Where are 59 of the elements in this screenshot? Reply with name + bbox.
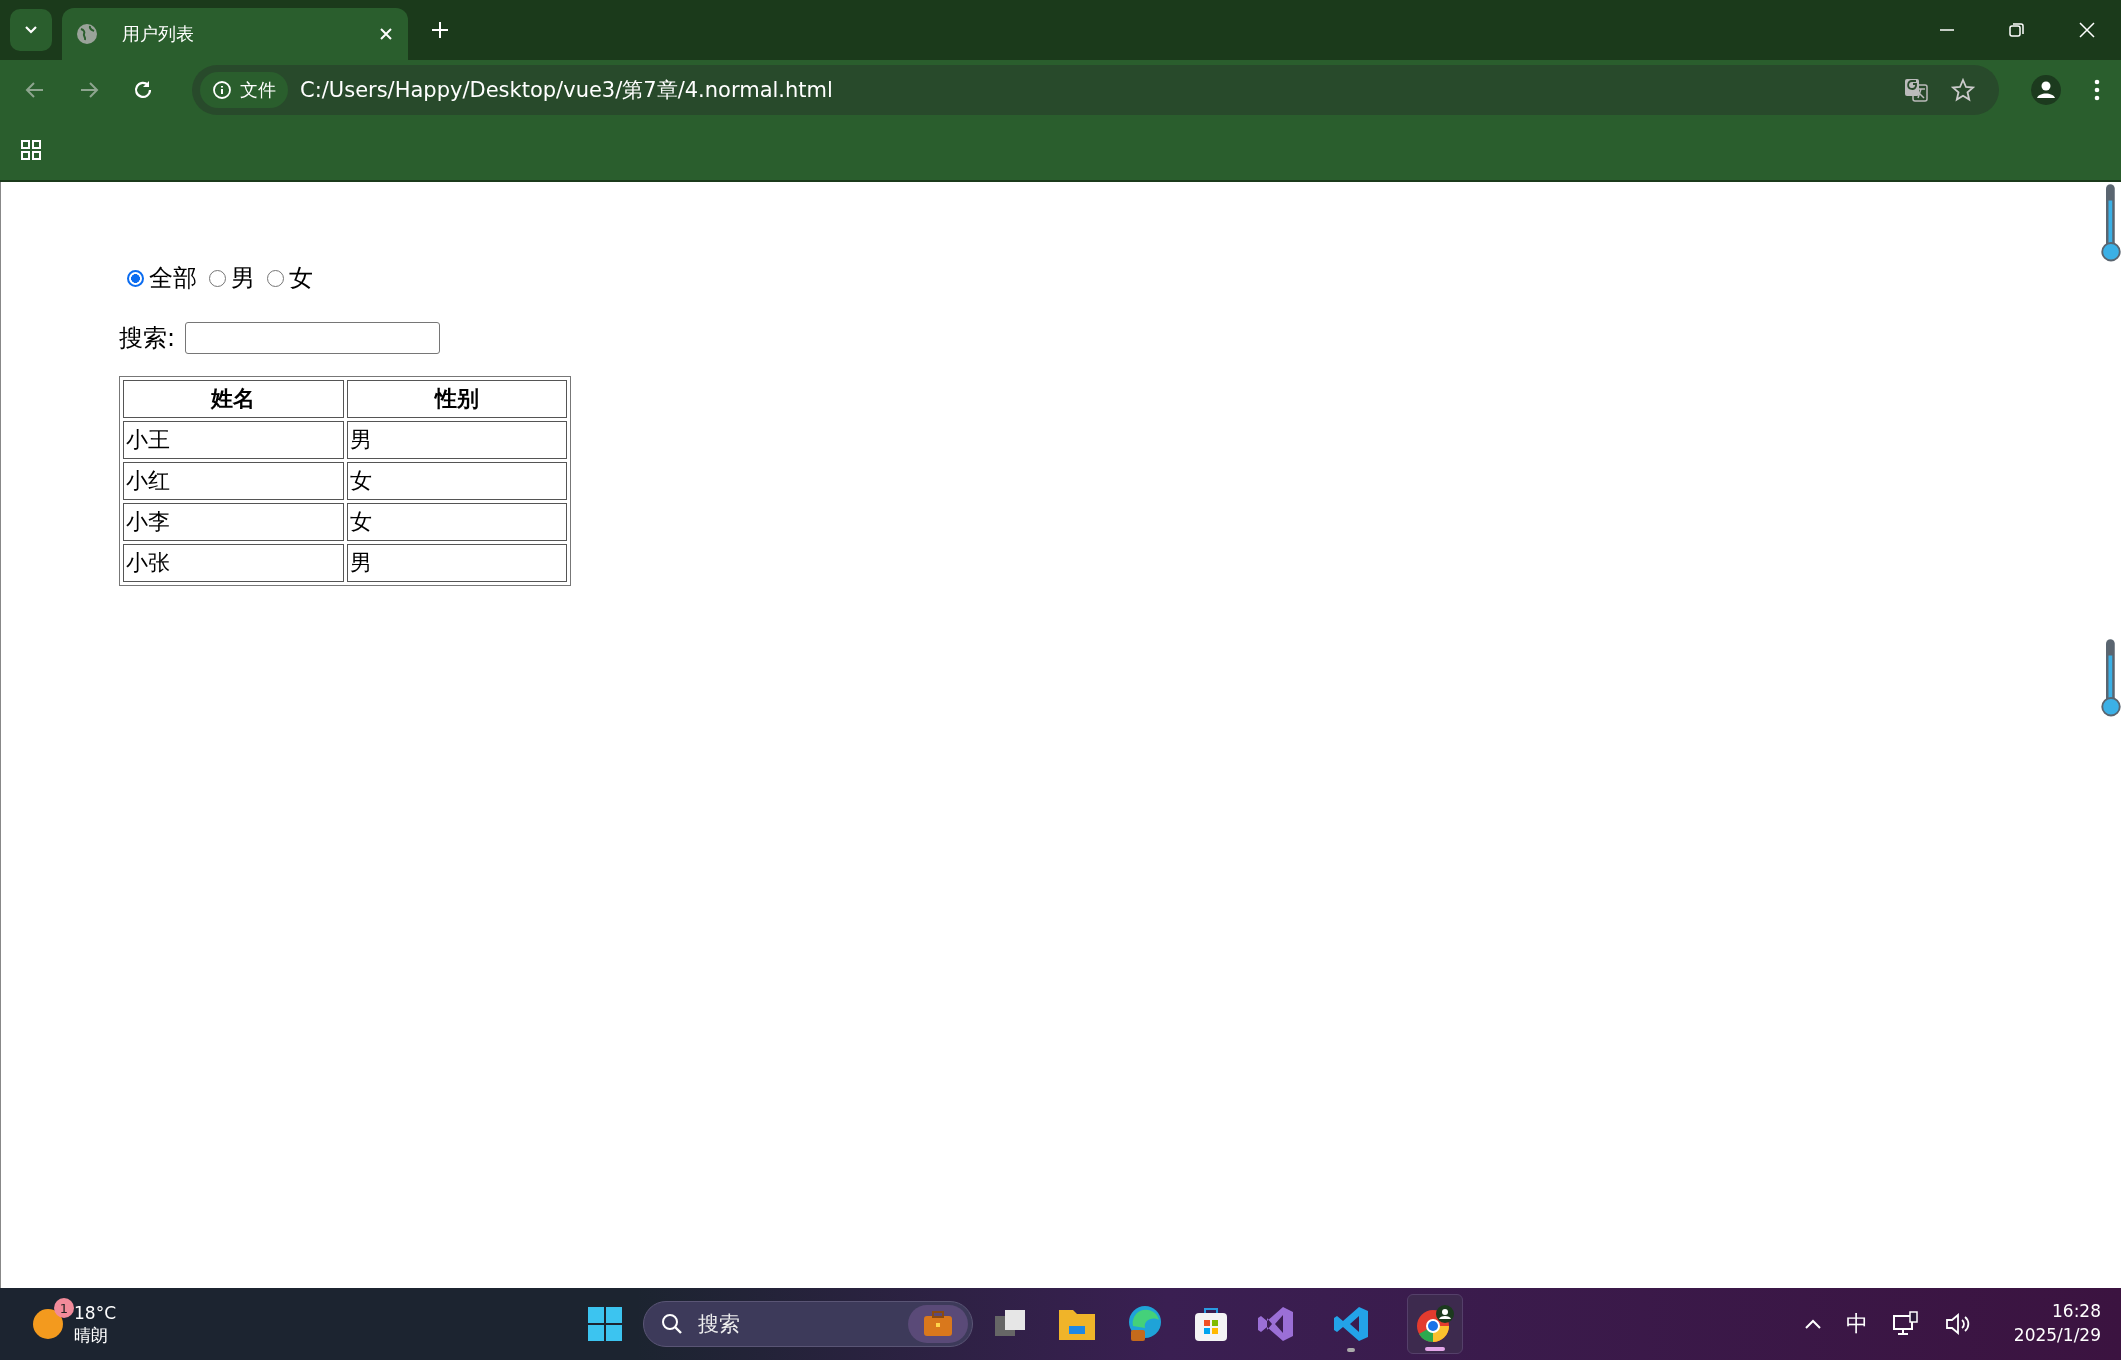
- weather-condition: 晴朗: [74, 1324, 109, 1347]
- new-tab-icon[interactable]: [430, 20, 450, 40]
- table-cell: 小红: [123, 462, 344, 500]
- table-cell: 男: [346, 421, 567, 459]
- chevron-up-icon[interactable]: [1803, 1318, 1822, 1330]
- search-placeholder: 搜索: [697, 1311, 740, 1338]
- globe-icon: [76, 23, 98, 45]
- search-label: 搜索:: [119, 323, 176, 354]
- tab-title: 用户列表: [122, 22, 195, 46]
- network-icon[interactable]: [1891, 1311, 1920, 1337]
- radio-label[interactable]: 男: [231, 262, 255, 294]
- table-cell: 小李: [123, 503, 344, 541]
- browser-tab[interactable]: 用户列表: [62, 8, 408, 60]
- chip-label: 文件: [240, 78, 276, 102]
- store-bag-icon[interactable]: [1192, 1305, 1229, 1343]
- infinity-logo-icon[interactable]: [1256, 1305, 1295, 1343]
- table-cell: 男: [346, 544, 567, 582]
- active-app-tile[interactable]: [1406, 1294, 1463, 1354]
- taskbar-search-field[interactable]: 搜索: [642, 1301, 973, 1347]
- reload-icon[interactable]: [132, 79, 154, 101]
- clock-date: 2025/1/29: [2013, 1324, 2101, 1347]
- notification-badge: 1: [54, 1298, 74, 1318]
- chrome-icon: [1414, 1304, 1455, 1344]
- address-bar[interactable]: 文件 C:/Users/Happy/Desktop/vue3/第7章/4.normal.html: [192, 65, 1999, 115]
- radio-button[interactable]: [127, 269, 144, 287]
- search-field[interactable]: [185, 322, 441, 354]
- thermometer-icon: [2101, 182, 2121, 264]
- column-header: 姓名: [123, 380, 344, 418]
- table-cell: 小王: [123, 421, 344, 459]
- volume-icon[interactable]: [1943, 1312, 1970, 1336]
- translate-icon[interactable]: [1903, 77, 1929, 103]
- restore-icon[interactable]: [2007, 20, 2027, 40]
- bookmark-star-icon[interactable]: [1951, 78, 1975, 102]
- menu-icon[interactable]: [2093, 78, 2101, 102]
- temperature-text: 18°C: [74, 1301, 116, 1324]
- thermometer-icon: [2101, 637, 2121, 719]
- site-info-chip[interactable]: 文件: [200, 72, 288, 108]
- clock-time: 16:28: [2052, 1300, 2101, 1324]
- column-header: 性别: [346, 380, 567, 418]
- input-method-indicator[interactable]: 中: [1845, 1309, 1868, 1339]
- radio-label[interactable]: 女: [289, 262, 313, 294]
- url-text: C:/Users/Happy/Desktop/vue3/第7章/4.normal.html: [300, 77, 833, 104]
- radio-label[interactable]: 全部: [149, 262, 197, 294]
- profile-icon[interactable]: [2031, 75, 2061, 105]
- start-icon[interactable]: [586, 1306, 623, 1342]
- code-editor-icon[interactable]: [1331, 1305, 1370, 1343]
- chevron-down-icon: [24, 25, 38, 35]
- close-icon[interactable]: [2077, 20, 2097, 40]
- briefcase-icon: [907, 1305, 968, 1343]
- table-cell: 女: [346, 503, 567, 541]
- apps-grid-icon[interactable]: [20, 139, 42, 161]
- info-icon: [212, 80, 232, 100]
- running-indicator: [1424, 1347, 1445, 1351]
- table-cell: 女: [346, 462, 567, 500]
- close-tab-icon[interactable]: [378, 26, 394, 42]
- running-indicator: [1346, 1348, 1355, 1352]
- search-icon: [659, 1312, 684, 1336]
- clock[interactable]: 16:28 2025/1/29: [2013, 1300, 2101, 1348]
- table-cell: 小张: [123, 544, 344, 582]
